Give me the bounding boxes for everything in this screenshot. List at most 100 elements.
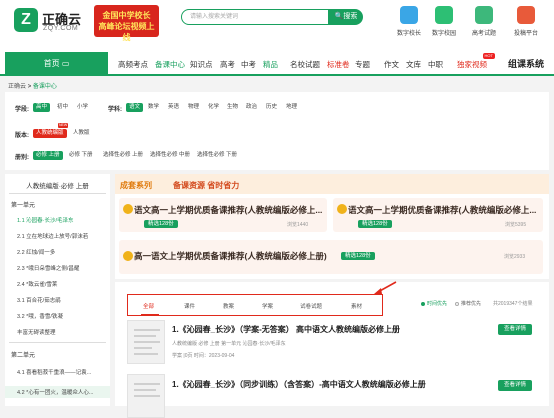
subject-physics[interactable]: 物理 [188,103,199,112]
series-card-title: 高一语文上学期优质备课推荐(人教统编版必修上册) [134,251,327,261]
sidebar-item[interactable]: 4.1 喜看稻菽千重浪——记袁... [17,368,91,376]
exam-questions-icon [475,6,493,24]
sidebar-title[interactable]: 人教统编版·必修 上册 [5,180,110,190]
nav-item-essay[interactable]: 作文 [384,59,399,70]
search-button[interactable]: 🔍搜索 [329,9,363,25]
digital-campus-icon [435,6,453,24]
sidebar-item[interactable]: 2.3 *峨日朵雪峰之侧/昌耀 [17,264,79,272]
sidebar-item[interactable]: 2.2 红烛/闻一多 [17,248,55,256]
radio-icon [421,301,425,306]
tab-material[interactable]: 素材 [351,302,362,310]
digital-principal-icon [400,6,418,24]
sidebar-item[interactable]: 3.1 百合花/茹志鹃 [17,296,61,304]
sort-by-recommend[interactable]: 推荐优先 [455,300,481,307]
series-head-b: 备课资源 省时省力 [173,181,240,190]
nav-home[interactable]: 首页 ▭ [5,52,108,76]
volume-compulsory-2[interactable]: 必修 下册 [69,151,93,160]
version-renjiao[interactable]: 人教版 [73,129,90,138]
result-title[interactable]: 1.《沁园春_长沙》（同步训练）（含答案）-高中语文人教统编版必修上册 [172,379,426,390]
nav-item-lesson-center[interactable]: 备课中心 [155,59,185,70]
stage-label: 学段: [15,107,29,113]
view-details-button[interactable]: 查看详情 [498,324,532,335]
tab-courseware[interactable]: 课件 [184,302,195,310]
subject-biology[interactable]: 生物 [227,103,238,112]
tool-exam-questions[interactable]: 高考试题 [467,6,501,37]
volume-elective-2[interactable]: 选择性必修 中册 [150,151,190,160]
nav-lesson-system[interactable]: 组课系统 [508,57,544,70]
version-renjiao-tongbian[interactable]: 人教统编版 [33,129,67,138]
new-tag: NEW [58,123,69,128]
main-nav: 首页 ▭ 高频考点 备课中心 知识点 高考 中考 精品 名校试题 标准卷 专题 … [0,52,554,76]
subject-math[interactable]: 数学 [148,103,159,112]
tab-study-plan[interactable]: 学案 [262,302,273,310]
breadcrumb-home[interactable]: 正确云 [8,84,26,90]
subject-chemistry[interactable]: 化学 [208,103,219,112]
nav-item-library[interactable]: 文库 [406,59,421,70]
result-title[interactable]: 1.《沁园春_长沙》（学案-无答案） 高中语文人教统编版必修上册 [172,324,400,335]
sidebar-item[interactable]: 2.4 *致云雀/雪莱 [17,280,57,288]
radio-icon [455,301,459,306]
resource-list: 全部 课件 教案 学案 试卷试题 素材 时间优先 推荐优先 共2019347个结… [115,282,549,418]
subject-history[interactable]: 历史 [266,103,277,112]
sidebar-item[interactable]: 4.2 *心有一团火，温暖众人心... [17,388,93,396]
nav-item-famous-school[interactable]: 名校试题 [290,59,320,70]
nav-item-premium[interactable]: 精品 [263,59,278,70]
tab-exam[interactable]: 试卷试题 [300,302,322,310]
nav-item-knowledge[interactable]: 知识点 [190,59,213,70]
breadcrumb-current[interactable]: 备课中心 [33,84,57,90]
subject-politics[interactable]: 政治 [246,103,257,112]
sidebar-unit-2[interactable]: 第二单元 [11,350,35,359]
document-thumbnail[interactable] [127,320,165,364]
search-input[interactable]: 请输入搜索关键词 [181,9,329,25]
sidebar-item[interactable]: 2.1 立在地球边上放号/郭沫若 [17,232,88,240]
sidebar-divider [9,193,106,194]
subject-chinese[interactable]: 语文 [126,103,144,112]
logo-mark-icon[interactable]: Z [14,8,38,32]
subject-geography[interactable]: 地理 [286,103,297,112]
resource-type-tabs: 全部 课件 教案 学案 试卷试题 素材 [127,294,383,316]
nav-item-topic[interactable]: 专题 [355,59,370,70]
stage-junior[interactable]: 初中 [57,103,68,112]
stage-primary[interactable]: 小学 [77,103,88,112]
stage-senior[interactable]: 高中 [33,103,51,112]
crown-icon [123,204,133,214]
series-card-views: 浏览1440 [287,222,309,228]
promo-banner[interactable]: 金国中学校长 高峰论坛视频上线 [94,5,159,42]
tab-all[interactable]: 全部 [143,302,154,310]
sidebar-item[interactable]: 丰富无碍读整理 [17,328,56,336]
crown-icon [337,204,347,214]
sidebar-item[interactable]: 1.1 沁园春·长沙/毛泽东 [17,216,74,224]
tool-submission[interactable]: 投稿平台 [509,6,543,37]
volume-compulsory-1[interactable]: 必修 上册 [33,151,63,160]
view-details-button[interactable]: 查看详情 [498,380,532,391]
subject-english[interactable]: 英语 [168,103,179,112]
filter-panel: 学段: 高中 初中 小学 学科: 语文 数学 英语 物理 化学 生物 政治 历史… [5,92,549,170]
series-card-title: 语文高一上学期优质备课推荐(人教统编版必修上... [348,205,537,215]
subject-label: 学科: [108,107,122,113]
version-label: 版本: [15,133,29,139]
nav-item-vocational[interactable]: 中职 [428,59,443,70]
nav-item-hot-points[interactable]: 高频考点 [118,59,148,70]
sidebar-unit-1[interactable]: 第一单元 [11,200,35,209]
nav-item-exclusive-video[interactable]: 独家视频 HOT [457,53,495,70]
nav-item-gaokao[interactable]: 高考 [220,59,235,70]
tab-lesson-plan[interactable]: 教案 [223,302,234,310]
tool-digital-principal[interactable]: 数字校长 [392,6,426,37]
result-count: 共2019347个结果 [493,301,533,307]
document-thumbnail[interactable] [127,374,165,418]
volume-label: 册别: [15,155,29,161]
volume-elective-3[interactable]: 选择性必修 下册 [197,151,237,160]
site-header: Z 正确云 ZQY.COM 金国中学校长 高峰论坛视频上线 请输入搜索关键词 🔍… [0,0,554,52]
series-card[interactable]: 语文高一上学期优质备课推荐(人教统编版必修上... 精选128份 浏览1440 [119,198,327,232]
banner-line2: 高峰论坛视频上线 [98,22,155,42]
nav-item-standard[interactable]: 标准卷 [327,59,350,70]
series-card[interactable]: 语文高一上学期优质备课推荐(人教统编版必修上... 精选128份 浏览5395 [333,198,543,232]
sort-by-time[interactable]: 时间优先 [421,300,447,307]
sidebar-item[interactable]: 3.2 *哦，香雪/铁凝 [17,312,63,320]
series-card[interactable]: 高一语文上学期优质备课推荐(人教统编版必修上册) 精选128份 浏览2933 [119,240,543,274]
volume-elective-1[interactable]: 选择性必修 上册 [103,151,143,160]
nav-item-zhongkao[interactable]: 中考 [241,59,256,70]
series-card-price: 精选128份 [144,220,178,228]
submission-icon [517,6,535,24]
tool-digital-campus[interactable]: 数字校园 [427,6,461,37]
